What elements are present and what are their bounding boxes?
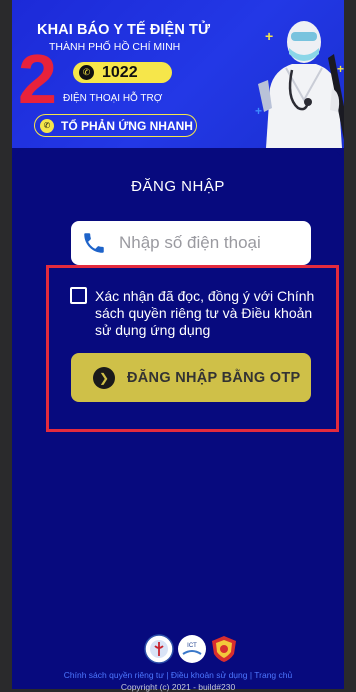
doctor-illustration — [258, 21, 344, 148]
header-banner: 2 KHAI BÁO Y TẾ ĐIỆN TỬ THÀNH PHỐ HỒ CHÍ… — [12, 0, 344, 148]
hotline-badge[interactable]: ✆ 1022 — [73, 62, 172, 83]
hotline-digit: 2 — [18, 40, 57, 118]
footer-links: Chính sách quyền riêng tư | Điều khoản s… — [0, 670, 356, 680]
privacy-link[interactable]: Chính sách quyền riêng tư — [64, 670, 164, 680]
chevron-right-icon: ❯ — [93, 366, 115, 389]
footer-separator: | — [163, 670, 171, 680]
ict-logo: ICT — [178, 635, 206, 663]
phone-icon — [84, 233, 104, 253]
support-label: ĐIỆN THOẠI HỖ TRỢ — [63, 93, 163, 104]
otp-login-button[interactable]: ❯ ĐĂNG NHẬP BẰNG OTP — [71, 353, 311, 402]
phone-field[interactable] — [71, 221, 311, 265]
ministry-of-health-logo — [144, 634, 174, 664]
consent-label[interactable]: Xác nhận đã đọc, đồng ý với Chính sách q… — [95, 288, 320, 339]
quick-response-button[interactable]: ✆ TỔ PHẢN ỨNG NHANH — [34, 114, 197, 137]
phone-input[interactable] — [117, 232, 301, 254]
quick-response-label: TỔ PHẢN ỨNG NHANH — [61, 118, 193, 133]
phone-icon: ✆ — [40, 118, 54, 133]
phone-icon: ✆ — [79, 65, 94, 80]
hotline-number: 1022 — [102, 63, 138, 81]
shield-logo — [212, 636, 236, 662]
login-title: ĐĂNG NHẬP — [131, 178, 225, 195]
terms-link[interactable]: Điều khoản sử dụng — [171, 670, 248, 680]
home-link[interactable]: Trang chủ — [254, 670, 292, 680]
city-label: THÀNH PHỐ HỒ CHÍ MINH — [49, 41, 181, 53]
app-title: KHAI BÁO Y TẾ ĐIỆN TỬ — [37, 22, 211, 38]
svg-text:ICT: ICT — [187, 643, 197, 649]
copyright-text: Copyright (c) 2021 - build#230 — [120, 682, 236, 692]
otp-login-label: ĐĂNG NHẬP BẰNG OTP — [127, 369, 301, 386]
consent-checkbox[interactable] — [70, 287, 87, 304]
